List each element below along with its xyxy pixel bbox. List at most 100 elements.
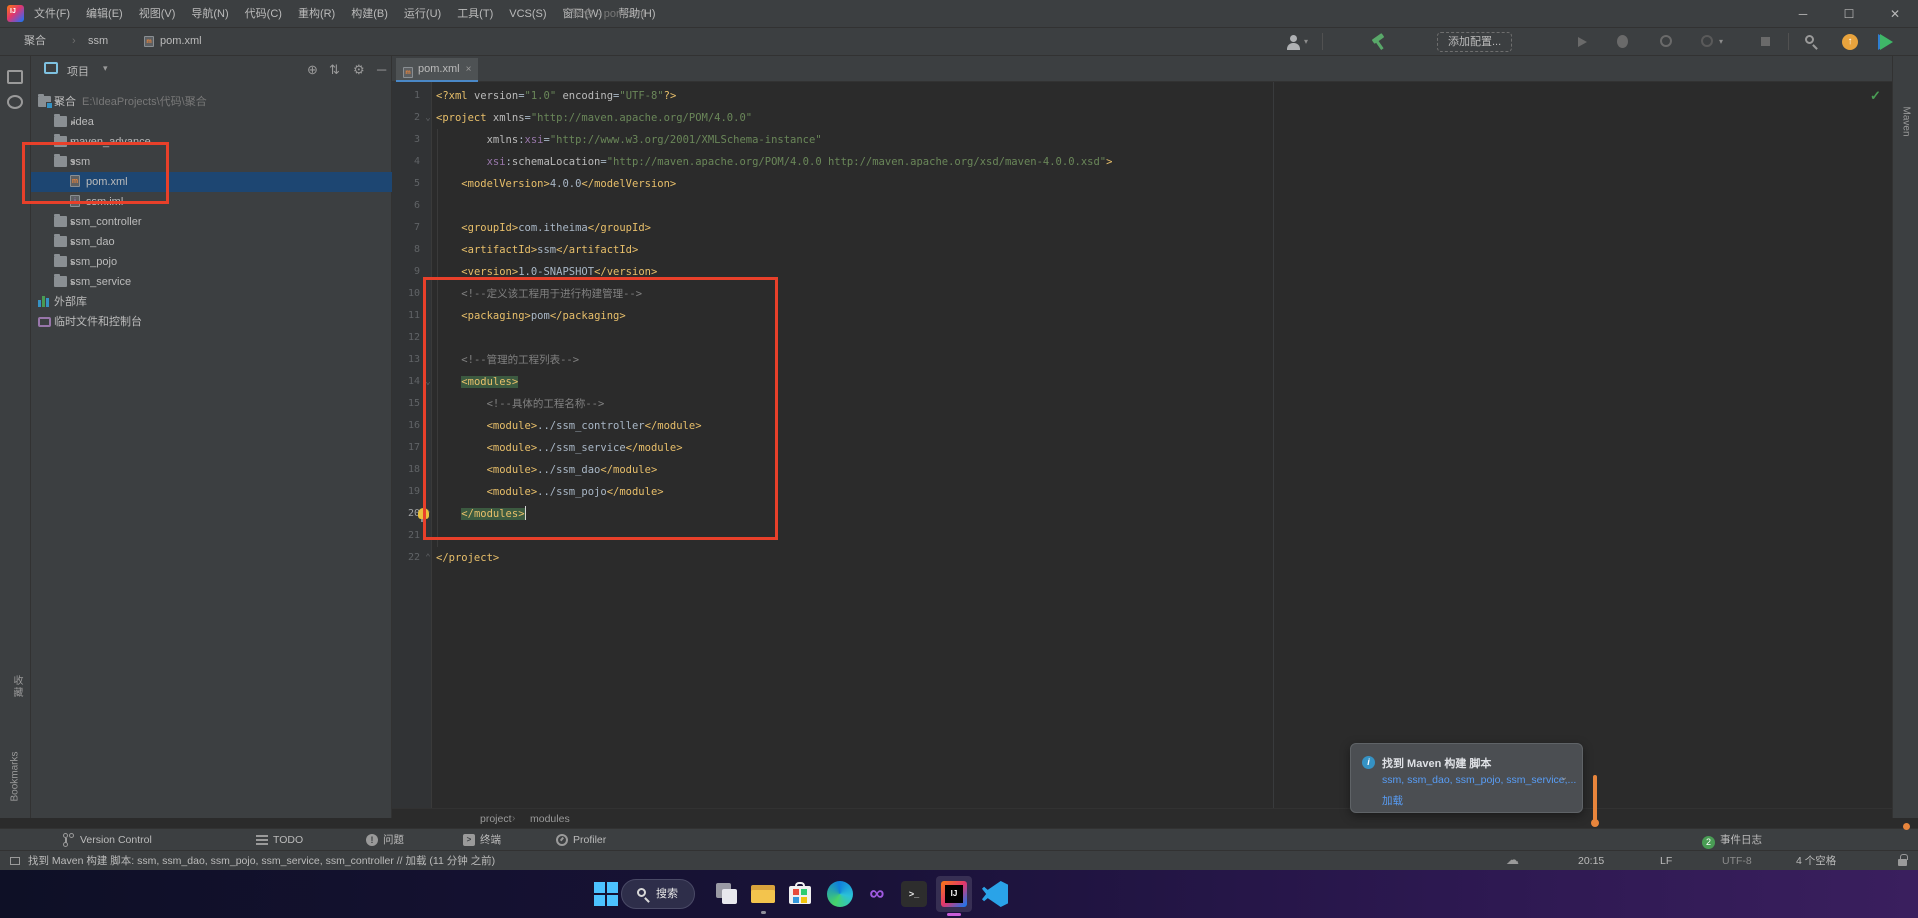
notification-module-links[interactable]: ssm, ssm_dao, ssm_pojo, ssm_service,... (1382, 774, 1576, 786)
event-log-button[interactable]: 2 事件日志 (1702, 829, 1762, 851)
fold-marker-icon[interactable]: ⌄ (422, 107, 434, 129)
code-line-22[interactable]: 22 ⌃ </project> (392, 547, 1892, 569)
profiler-run-button[interactable] (1656, 32, 1676, 52)
cloud-sync-icon[interactable]: ☁ (1506, 852, 1519, 868)
editor-breadcrumb-project[interactable]: project (480, 809, 512, 829)
menu-8[interactable]: 运行(U) (396, 0, 449, 28)
collapse-all-icon[interactable]: ⇅ (329, 62, 340, 78)
readonly-lock-icon[interactable] (1898, 854, 1908, 866)
bookmarks-stripe-button[interactable]: Bookmarks (10, 745, 21, 809)
project-view-chevron-icon[interactable]: ▾ (103, 63, 108, 74)
run-button[interactable] (1572, 32, 1592, 52)
code-line-4[interactable]: 4 xsi:schemaLocation="http://maven.apach… (392, 151, 1892, 173)
stop-button[interactable] (1756, 32, 1776, 52)
background-tasks-icon[interactable] (10, 857, 20, 865)
tree-row-ssm_pojo[interactable]: ▸ ssm_pojo (31, 252, 392, 272)
menu-2[interactable]: 编辑(E) (78, 0, 131, 28)
line-number: 6 (413, 200, 420, 211)
hide-panel-icon[interactable]: ─ (377, 62, 386, 77)
menu-7[interactable]: 构建(B) (343, 0, 396, 28)
vscode-button[interactable] (982, 881, 1008, 907)
breadcrumb-item-ssm[interactable]: ssm (88, 28, 108, 55)
tree-row-.idea[interactable]: ▸ .idea (31, 112, 392, 132)
panel-settings-gear-icon[interactable]: ⚙ (353, 62, 365, 78)
menu-10[interactable]: VCS(S) (501, 0, 554, 28)
profile-user-icon[interactable] (1284, 32, 1304, 52)
structure-stripe-icon[interactable] (7, 95, 23, 109)
locate-file-icon[interactable]: ⊕ (307, 62, 318, 78)
breadcrumb-separator: › (512, 813, 516, 824)
run-options-chevron-icon[interactable]: ▾ (1719, 37, 1723, 46)
tree-label: ssm_controller (70, 216, 142, 228)
toolwindow-profiler-button[interactable]: Profiler (556, 829, 606, 851)
maven-stripe-button[interactable]: Maven (1901, 99, 1912, 145)
indent-indicator[interactable]: 4 个空格 (1796, 851, 1836, 871)
caret-position[interactable]: 20:15 (1578, 851, 1604, 871)
status-message[interactable]: 找到 Maven 构建 脚本: ssm, ssm_dao, ssm_pojo, … (28, 851, 495, 871)
menu-9[interactable]: 工具(T) (449, 0, 501, 28)
ide-features-icon[interactable] (1876, 32, 1896, 52)
terminal-button[interactable]: >_ (901, 881, 927, 907)
start-button[interactable] (593, 881, 619, 907)
toolwindow-version-control-button[interactable]: Version Control (63, 829, 152, 851)
toolbar-separator (1322, 33, 1323, 50)
minimize-button[interactable]: ─ (1786, 0, 1820, 28)
microsoft-store-button[interactable] (787, 881, 813, 907)
close-button[interactable]: ✕ (1878, 0, 1912, 28)
toolwindow-问题-button[interactable]: ! 问题 (366, 829, 404, 851)
code-line-6[interactable]: 6 (392, 195, 1892, 217)
update-available-icon[interactable]: ↑ (1840, 32, 1860, 52)
tree-row-外部库[interactable]: 外部库 (31, 292, 392, 312)
run-coverage-button[interactable] (1697, 32, 1717, 52)
build-hammer-icon[interactable] (1370, 32, 1390, 52)
tree-row-ssm_service[interactable]: ▸ ssm_service (31, 272, 392, 292)
menu-5[interactable]: 代码(C) (237, 0, 290, 28)
profile-chevron-icon[interactable]: ▾ (1304, 37, 1308, 46)
notification-expand-chevron-icon[interactable]: ⌄ (1560, 772, 1568, 783)
intellij-idea-button[interactable]: IJ (936, 876, 972, 916)
favorites-stripe-button[interactable]: 收藏 (9, 675, 24, 699)
taskbar-search-button[interactable]: 搜索 (621, 879, 695, 909)
code-line-3[interactable]: 3 xmlns:xsi="http://www.w3.org/2001/XMLS… (392, 129, 1892, 151)
inspection-ok-icon[interactable]: ✓ (1870, 88, 1881, 104)
fold-marker-icon[interactable]: ⌃ (422, 547, 434, 569)
breadcrumb-item-聚合[interactable]: 聚合 (24, 28, 46, 55)
maven-notification-popup[interactable]: i 找到 Maven 构建 脚本 ssm, ssm_dao, ssm_pojo,… (1350, 743, 1583, 813)
search-everywhere-icon[interactable] (1802, 32, 1822, 52)
line-number: 9 (413, 266, 420, 277)
breadcrumb-item-pom.xml[interactable]: pom.xml (160, 28, 202, 55)
project-panel-title[interactable]: 项目 (67, 63, 89, 79)
line-ending-indicator[interactable]: LF (1660, 851, 1672, 871)
menu-6[interactable]: 重构(R) (290, 0, 343, 28)
add-configuration-button[interactable]: 添加配置... (1437, 32, 1513, 52)
edge-browser-button[interactable] (827, 881, 853, 907)
encoding-indicator[interactable]: UTF-8 (1722, 851, 1752, 871)
code-line-7[interactable]: 7 <groupId>com.itheima</groupId> (392, 217, 1892, 239)
tree-row-ssm_dao[interactable]: ▸ ssm_dao (31, 232, 392, 252)
task-view-button[interactable] (714, 881, 740, 907)
maximize-button[interactable]: ☐ (1832, 0, 1866, 28)
editor-breadcrumb-modules[interactable]: modules (530, 809, 570, 829)
file-explorer-button[interactable] (750, 881, 776, 914)
tab-close-icon[interactable]: × (466, 64, 472, 75)
tree-row-临时文件和控制台[interactable]: 临时文件和控制台 (31, 312, 392, 332)
notification-load-link[interactable]: 加载 (1382, 793, 1403, 808)
menu-3[interactable]: 视图(V) (131, 0, 184, 28)
code-line-8[interactable]: 8 <artifactId>ssm</artifactId> (392, 239, 1892, 261)
visual-studio-button[interactable]: ∞ (864, 881, 890, 907)
tab-pom-xml[interactable]: m pom.xml × (396, 58, 479, 82)
code-line-1[interactable]: 1 <?xml version="1.0" encoding="UTF-8"?> (392, 85, 1892, 107)
code-text: <groupId>com.itheima</groupId> (461, 222, 651, 234)
toolwindow-todo-button[interactable]: TODO (256, 829, 303, 851)
code-line-5[interactable]: 5 <modelVersion>4.0.0</modelVersion> (392, 173, 1892, 195)
code-line-2[interactable]: 2 ⌄ <project xmlns="http://maven.apache.or… (392, 107, 1892, 129)
toolwindow-终端-button[interactable]: > 终端 (463, 829, 501, 851)
tree-row-聚合[interactable]: ▾ 聚合 E:\IdeaProjects\代码\聚合 (31, 92, 392, 112)
tree-row-ssm_controller[interactable]: ▸ ssm_controller (31, 212, 392, 232)
debug-button[interactable] (1613, 32, 1633, 52)
menu-4[interactable]: 导航(N) (183, 0, 236, 28)
project-stripe-icon[interactable] (7, 70, 23, 84)
menu-1[interactable]: 文件(F) (26, 0, 78, 28)
issue-icon: ! (366, 834, 378, 847)
annotation-rect-tree-ssm (22, 142, 169, 204)
